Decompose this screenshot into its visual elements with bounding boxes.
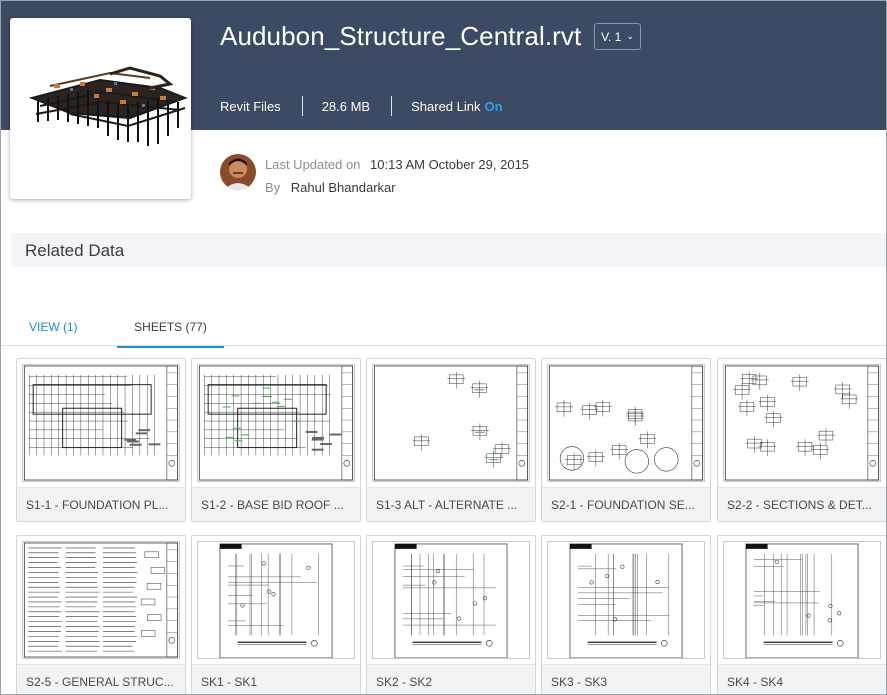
sheet-caption: S2-2 - SECTIONS & DET...: [718, 487, 886, 521]
chevron-down-icon: ⌄: [626, 31, 634, 41]
sheet-caption: S2-5 - GENERAL STRUC...: [17, 664, 185, 694]
sheet-caption-text: SK1 - SK1: [201, 675, 258, 689]
sheet-caption: SK3 - SK3: [542, 664, 710, 694]
sheet-drawing: [23, 365, 179, 481]
sheet-drawing: [724, 542, 880, 658]
sheet-caption: S1-2 - BASE BID ROOF ...: [192, 487, 360, 521]
tab-sheets[interactable]: SHEETS (77): [117, 320, 224, 348]
sheet-drawing: [548, 542, 704, 658]
sheet-drawing: [724, 365, 880, 481]
sheet-card[interactable]: S2-5 - GENERAL STRUC...: [16, 535, 186, 694]
sheet-drawing: [373, 365, 529, 481]
sheet-caption: SK1 - SK1: [192, 664, 360, 694]
sheet-card[interactable]: S1-1 - FOUNDATION PL...: [16, 358, 186, 522]
sheet-thumbnail[interactable]: [372, 364, 530, 482]
last-updated-value: 10:13 AM October 29, 2015: [370, 157, 530, 172]
sheet-thumbnail[interactable]: [22, 541, 180, 659]
sheet-card[interactable]: SK4 - SK4: [717, 535, 886, 694]
sheet-caption-text: S2-5 - GENERAL STRUC...: [26, 675, 174, 689]
model-thumbnail[interactable]: [10, 18, 191, 199]
last-updated: Last Updated on 10:13 AM October 29, 201…: [265, 157, 529, 172]
file-meta: Revit Files 28.6 MB Shared Link On: [220, 95, 503, 117]
sheet-drawing: [198, 365, 354, 481]
sheet-thumbnail[interactable]: [372, 541, 530, 659]
shared-link-toggle[interactable]: On: [485, 99, 503, 114]
sheet-caption-text: S1-1 - FOUNDATION PL...: [26, 498, 169, 512]
sheet-card[interactable]: S2-1 - FOUNDATION SE...: [541, 358, 711, 522]
meta-divider: [391, 96, 393, 116]
sheet-thumbnail[interactable]: [197, 364, 355, 482]
model-3d-preview: [28, 66, 188, 146]
sheet-drawing: [548, 365, 704, 481]
sheet-caption: S2-1 - FOUNDATION SE...: [542, 487, 710, 521]
shared-link-label: Shared Link: [411, 98, 481, 114]
sheet-caption-text: SK2 - SK2: [376, 675, 433, 689]
sheet-drawing: [373, 542, 529, 658]
related-tabs: VIEW (1) SHEETS (77): [1, 316, 886, 348]
related-data-title: Related Data: [25, 241, 125, 260]
related-data-header: Related Data: [11, 233, 886, 267]
sheet-thumbnail[interactable]: [547, 364, 705, 482]
sheet-thumbnail[interactable]: [547, 541, 705, 659]
sheet-card[interactable]: S1-2 - BASE BID ROOF ...: [191, 358, 361, 522]
sheet-caption-text: S1-3 ALT - ALTERNATE ...: [376, 498, 518, 512]
sheet-drawing: [198, 542, 354, 658]
sheet-thumbnail[interactable]: [197, 541, 355, 659]
sheet-caption: SK4 - SK4: [718, 664, 886, 694]
sheet-caption-text: SK4 - SK4: [727, 675, 784, 689]
sheet-card[interactable]: S2-2 - SECTIONS & DET...: [717, 358, 886, 522]
file-type: Revit Files: [220, 98, 281, 114]
updated-by-label: By: [265, 180, 281, 195]
sheet-caption: S1-3 ALT - ALTERNATE ...: [367, 487, 535, 521]
file-details-panel: Audubon_Structure_Central.rvt V. 1 ⌄ Rev…: [0, 0, 887, 695]
updated-by: By Rahul Bhandarkar: [265, 180, 396, 195]
updated-by-name[interactable]: Rahul Bhandarkar: [291, 180, 396, 195]
sheet-thumbnail[interactable]: [723, 541, 881, 659]
file-size: 28.6 MB: [321, 98, 371, 114]
version-dropdown[interactable]: V. 1 ⌄: [594, 23, 641, 50]
sheet-card[interactable]: SK3 - SK3: [541, 535, 711, 694]
sheet-card[interactable]: S1-3 ALT - ALTERNATE ...: [366, 358, 536, 522]
sheet-caption: SK2 - SK2: [367, 664, 535, 694]
sheet-thumbnail[interactable]: [22, 364, 180, 482]
sheet-caption: S1-1 - FOUNDATION PL...: [17, 487, 185, 521]
sheet-card[interactable]: SK1 - SK1: [191, 535, 361, 694]
sheet-card[interactable]: SK2 - SK2: [366, 535, 536, 694]
sheet-caption-text: S1-2 - BASE BID ROOF ...: [201, 498, 344, 512]
sheet-caption-text: SK3 - SK3: [551, 675, 608, 689]
file-header: Audubon_Structure_Central.rvt V. 1 ⌄ Rev…: [1, 1, 886, 199]
sheet-thumbnail[interactable]: [723, 364, 881, 482]
file-name: Audubon_Structure_Central.rvt: [220, 21, 582, 51]
sheet-caption-text: S2-2 - SECTIONS & DET...: [727, 498, 872, 512]
version-label: V. 1: [601, 29, 622, 44]
sheet-caption-text: S2-1 - FOUNDATION SE...: [551, 498, 695, 512]
user-avatar: [220, 154, 256, 190]
sheet-drawing: [23, 542, 179, 658]
meta-divider: [301, 96, 303, 116]
last-updated-label: Last Updated on: [265, 157, 361, 172]
tab-view[interactable]: VIEW (1): [29, 320, 78, 346]
